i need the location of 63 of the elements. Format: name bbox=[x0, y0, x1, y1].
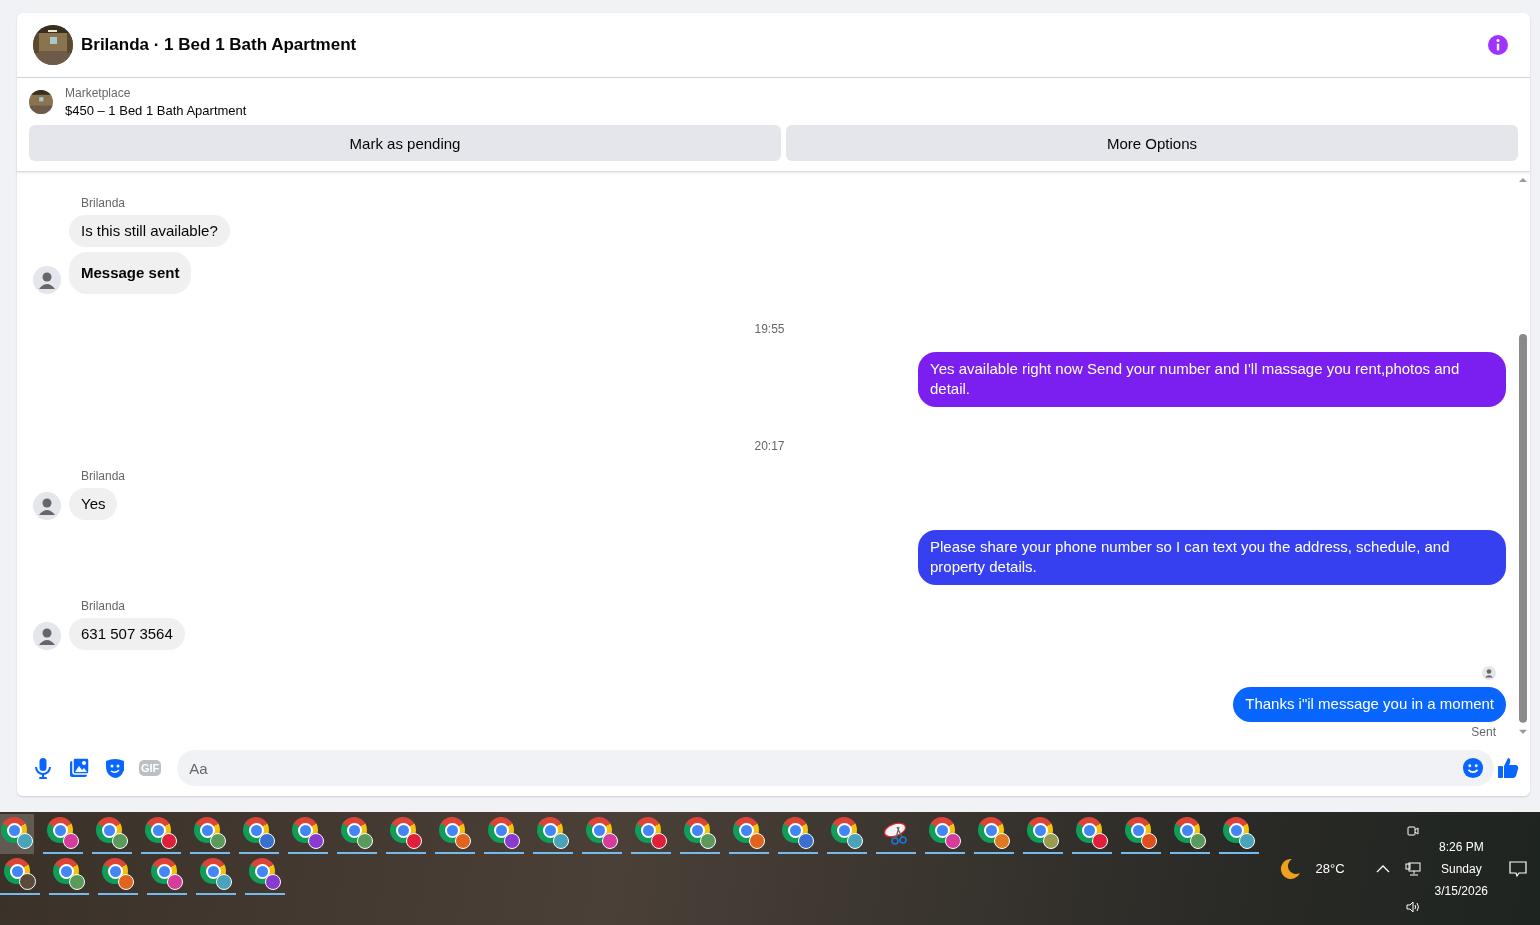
listing-summary: $450 – 1 Bed 1 Bath Apartment bbox=[65, 103, 247, 118]
action-button[interactable]: More Options bbox=[786, 125, 1518, 161]
browser-profile-icon bbox=[831, 817, 863, 849]
conversation-title: Brilanda · 1 Bed 1 Bath Apartment bbox=[81, 35, 358, 55]
browser-profile-icon bbox=[249, 858, 281, 890]
browser-profile-icon bbox=[200, 858, 232, 890]
scissors-icon bbox=[883, 820, 909, 846]
message-bubble: Message sent bbox=[69, 252, 192, 294]
message-bubble: Please share your phone number so I can text you the address, schedule, and property details. bbox=[918, 530, 1506, 585]
delivery-status: Sent bbox=[1471, 725, 1496, 739]
browser-profile-icon bbox=[151, 858, 183, 890]
browser-profile-icon bbox=[194, 817, 226, 849]
browser-profile-icon bbox=[537, 817, 569, 849]
browser-profile-icon bbox=[341, 817, 373, 849]
sticker-icon[interactable] bbox=[103, 756, 127, 780]
browser-profile-icon bbox=[53, 858, 85, 890]
browser-profile-icon bbox=[929, 817, 961, 849]
avatar-icon[interactable] bbox=[33, 492, 61, 520]
browser-profile-icon bbox=[439, 817, 471, 849]
avatar-icon[interactable] bbox=[33, 266, 61, 294]
browser-profile-icon bbox=[586, 817, 618, 849]
avatar-icon[interactable] bbox=[33, 622, 61, 650]
listing-source: Marketplace bbox=[65, 86, 132, 100]
notification-icon[interactable] bbox=[1508, 858, 1528, 879]
browser-profile-icon bbox=[782, 817, 814, 849]
temperature[interactable]: 28°C bbox=[1315, 861, 1345, 876]
thumbs-up-icon[interactable] bbox=[1496, 756, 1520, 780]
message-field[interactable]: Aa bbox=[177, 750, 1494, 786]
browser-profile-icon bbox=[684, 817, 716, 849]
message-bubble: Is this still available? bbox=[69, 215, 230, 247]
browser-profile-icon bbox=[733, 817, 765, 849]
browser-profile-icon bbox=[145, 817, 177, 849]
browser-profile-icon bbox=[635, 817, 667, 849]
browser-profile-icon bbox=[1, 817, 33, 849]
taskbar-button[interactable] bbox=[0, 814, 34, 854]
browser-profile-icon bbox=[102, 858, 134, 890]
timestamp: 20:17 bbox=[753, 439, 786, 453]
browser-profile-icon bbox=[978, 817, 1010, 849]
browser-profile-icon bbox=[47, 817, 79, 849]
browser-profile-icon bbox=[4, 858, 36, 890]
message-bubble: Yes available right now Send your number and I'll massage you rent,photos and detail. bbox=[918, 352, 1506, 407]
message-bubble: Yes bbox=[69, 488, 118, 520]
message-bubble: Thanks i"il message you in a moment bbox=[1233, 687, 1506, 722]
browser-profile-icon bbox=[243, 817, 275, 849]
browser-profile-icon bbox=[1223, 817, 1255, 849]
browser-profile-icon bbox=[390, 817, 422, 849]
browser-profile-icon bbox=[1174, 817, 1206, 849]
info-icon[interactable] bbox=[1488, 35, 1508, 55]
browser-profile-icon bbox=[1076, 817, 1108, 849]
browser-profile-icon bbox=[1125, 817, 1157, 849]
network-icon[interactable] bbox=[1404, 860, 1421, 877]
sender-name: Brilanda bbox=[81, 196, 127, 210]
sender-name: Brilanda bbox=[81, 469, 127, 483]
message-bubble: 631 507 3564 bbox=[69, 618, 185, 650]
clock[interactable]: 8:26 PM Sunday 3/15/2026 bbox=[1434, 839, 1488, 898]
browser-profile-icon bbox=[488, 817, 520, 849]
sender-name: Brilanda bbox=[81, 599, 127, 613]
timestamp: 19:55 bbox=[753, 322, 786, 336]
browser-profile-icon bbox=[96, 817, 128, 849]
browser-profile-icon bbox=[1027, 817, 1059, 849]
browser-profile-icon bbox=[292, 817, 324, 849]
photo-icon[interactable] bbox=[67, 756, 91, 780]
action-button[interactable]: Mark as pending bbox=[29, 125, 781, 161]
